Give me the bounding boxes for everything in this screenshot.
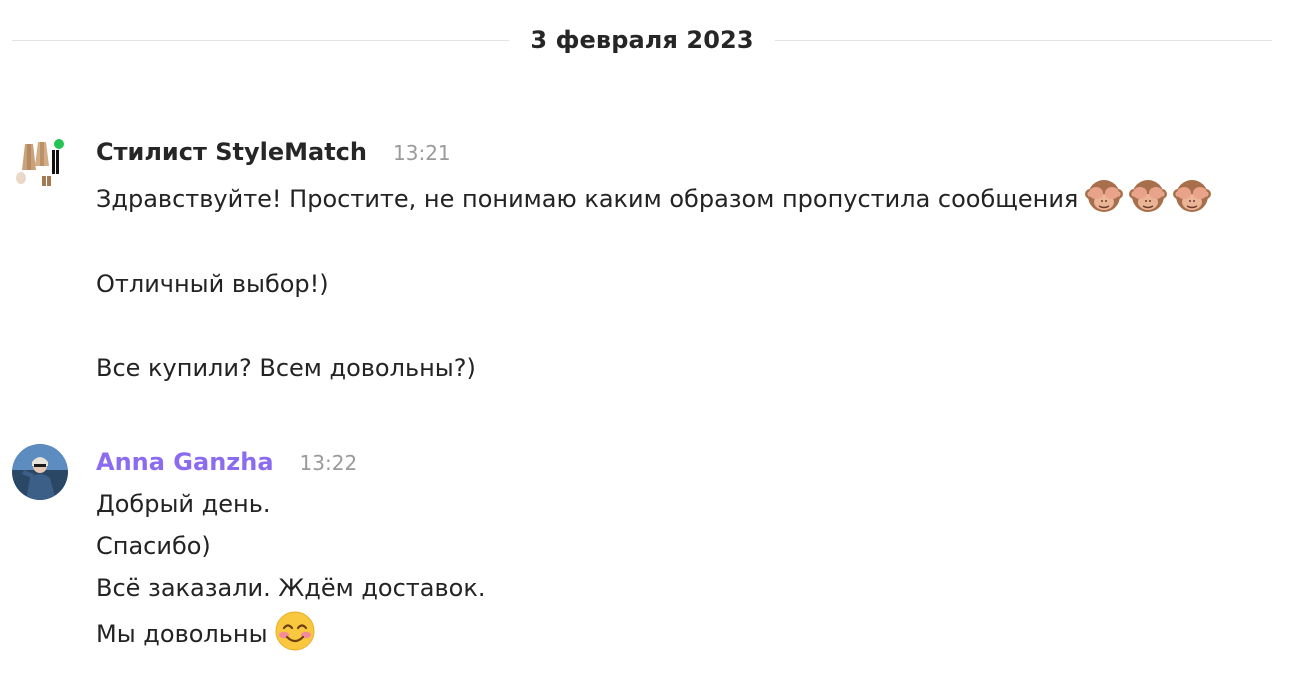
message-line: Мы довольны — [96, 610, 316, 658]
author-name[interactable]: Стилист StyleMatch — [96, 138, 367, 166]
message-text: Все купили? Всем довольны?) — [96, 354, 476, 382]
message-text: Спасибо) — [96, 532, 211, 560]
message-line: Все купили? Всем довольны?) — [96, 352, 476, 384]
smiling-face-with-smiling-eyes-icon — [274, 610, 316, 658]
see-no-evil-monkey-icon — [1128, 176, 1168, 222]
date-label: 3 февраля 2023 — [530, 26, 754, 54]
avatar[interactable] — [12, 136, 68, 192]
message-text: Здравствуйте! Простите, не понимаю каким… — [96, 185, 1079, 213]
chat-view: 3 февраля 2023 Стилист StyleMatch 13:21 … — [0, 0, 1298, 697]
message-text: Отличный выбор!) — [96, 270, 329, 298]
date-divider: 3 февраля 2023 — [12, 22, 1272, 58]
message-line: Добрый день. — [96, 488, 270, 520]
anna-avatar-image — [12, 444, 68, 500]
message-text: Всё заказали. Ждём доставок. — [96, 574, 486, 602]
message-header: Anna Ganzha 13:22 — [96, 448, 357, 476]
message-text: Мы довольны — [96, 620, 268, 648]
see-no-evil-monkey-icon — [1084, 176, 1124, 222]
message-time: 13:21 — [393, 141, 451, 165]
message-time: 13:22 — [299, 451, 358, 475]
author-name[interactable]: Anna Ganzha — [96, 448, 274, 476]
message-text: Добрый день. — [96, 490, 271, 518]
divider-line-left — [12, 39, 510, 41]
avatar[interactable] — [12, 444, 68, 500]
message-line: Спасибо) — [96, 530, 211, 562]
message-line: Здравствуйте! Простите, не понимаю каким… — [96, 176, 1212, 222]
online-status-dot — [53, 138, 65, 150]
message-header: Стилист StyleMatch 13:21 — [96, 138, 451, 166]
message-line: Отличный выбор!) — [96, 268, 329, 300]
message-line: Всё заказали. Ждём доставок. — [96, 572, 485, 604]
divider-line-right — [774, 39, 1272, 41]
see-no-evil-monkey-icon — [1172, 176, 1212, 222]
